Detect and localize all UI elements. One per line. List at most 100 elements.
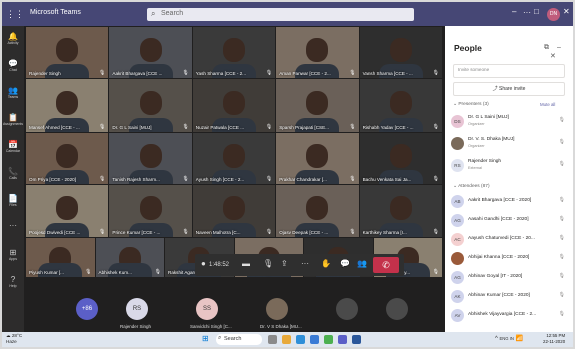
video-tile[interactable]: Abhishek Kum... 🎙 — [95, 238, 164, 277]
taskbar-search-label: Search — [224, 336, 242, 342]
store-icon[interactable] — [310, 335, 319, 344]
chrome-icon[interactable] — [324, 335, 333, 344]
video-tile[interactable]: Piyush Kumar [... 🎙 — [26, 238, 95, 277]
rail-item-chat[interactable]: 💬 Chat — [2, 59, 24, 73]
participant-chip[interactable]: SS — [196, 298, 218, 320]
weather-widget[interactable]: ☁ 28°C Haze — [6, 333, 22, 344]
word-icon[interactable] — [352, 335, 361, 344]
share-invite-button[interactable]: ⤴ Share invite — [453, 82, 565, 96]
start-icon[interactable]: ⊞ — [202, 334, 209, 343]
video-tile[interactable]: Prince Kumar [CCE - ... 🎙 — [109, 185, 192, 237]
person-name: Rajender Singh — [468, 159, 502, 164]
popout-icon[interactable]: ⧉ — [544, 44, 549, 51]
participant-head — [389, 90, 412, 115]
video-tile[interactable]: Rishabh Yadav [CCE - ... 🎙 — [359, 79, 442, 132]
participant-name: Aman Panwar [CCE - 2... — [279, 71, 331, 76]
more-actions-button[interactable]: ··· — [301, 259, 309, 269]
attendee-row[interactable]: Abhijai Khanna [CCE - 2020] 🎙 — [451, 251, 569, 269]
video-tile[interactable]: Dr. G L Saini [MUJ] 🎙 — [109, 79, 192, 132]
muted-mic-icon: 🎙 — [558, 139, 565, 145]
rail-item-help[interactable]: ? Help — [2, 275, 24, 289]
invite-input[interactable]: Invite someone — [453, 64, 565, 78]
participant-name: Sparsh Prajapati [CSE... — [279, 125, 329, 130]
presenters-header[interactable]: ⌄ Presenters (3) — [453, 102, 489, 107]
rail-item-calls[interactable]: 📞 Calls — [2, 167, 24, 181]
taskbar-search[interactable]: ⌕ Search — [216, 334, 262, 345]
help-icon: ? — [10, 275, 16, 284]
mic-button[interactable]: 🎙 — [263, 259, 273, 269]
participants-button[interactable]: 👥 — [357, 259, 367, 269]
video-tile[interactable]: Yash Sharma [CCE - 2... 🎙 — [192, 27, 276, 78]
person-name: Aasahi Gandhi [CCE - 2020] — [468, 217, 529, 222]
minimize-panel-icon[interactable]: – — [557, 44, 561, 51]
video-tile[interactable]: Poojesd Dwivedi [CCE ... 🎙 — [26, 185, 109, 237]
weather-desc: Haze — [6, 338, 17, 344]
video-tile[interactable]: Ojasv Deepak [CCE - ... 🎙 — [276, 185, 359, 237]
rail-item-assignments[interactable]: 📋 Assignments — [2, 113, 24, 127]
video-tile[interactable]: Rajender Singh 🎙 — [26, 27, 109, 78]
video-tile[interactable]: Karthikey Sharma [I... 🎙 — [359, 185, 442, 237]
video-tile[interactable]: Prakhar Chandrakar [... 🎙 — [276, 133, 359, 184]
attendee-row[interactable]: AK Abhinav Kumar [CCE - 2020] 🎙 — [451, 289, 569, 307]
participant-chip[interactable]: RS — [126, 298, 148, 320]
avatar: RS — [451, 159, 464, 172]
attendee-row[interactable]: AG Aasahi Gandhi [CCE - 2020] 🎙 — [451, 213, 569, 231]
mute-all-button[interactable]: Mute all — [540, 102, 555, 107]
rail-item-more[interactable]: ··· — [2, 221, 24, 230]
person-name: Abhishek Vijayvargia [CCE - 2... — [468, 312, 537, 317]
rail-item-files[interactable]: 📄 Files — [2, 194, 24, 208]
participant-chip[interactable] — [266, 298, 288, 320]
video-tile[interactable]: Bachu Venkata Sai Ja... 🎙 — [359, 133, 442, 184]
video-tile[interactable]: Mansef Ahmed [CCE - ... 🎙 — [26, 79, 109, 132]
system-tray[interactable]: ^ ENG IN 📶 — [495, 335, 523, 342]
app-launcher-icon[interactable]: ⋮⋮ — [6, 9, 24, 19]
presenter-row[interactable]: DS Dr. G L Saini [MUJ] Organizer 🎙 — [451, 114, 569, 132]
close-icon[interactable]: ✕ — [563, 7, 570, 16]
rail-item-activity[interactable]: 🔔 Activity — [2, 32, 24, 46]
raise-hand-button[interactable]: ✋ — [321, 259, 331, 269]
video-tile[interactable]: Nuzair Patwala [CCE ... 🎙 — [192, 79, 276, 132]
rail-label: Files — [9, 203, 17, 207]
participant-chip[interactable] — [386, 298, 408, 320]
maximize-icon[interactable]: □ — [534, 7, 539, 16]
video-tile[interactable]: Aakrit Bhargava [CCE ... 🎙 — [109, 27, 192, 78]
minimize-icon[interactable]: – — [512, 7, 516, 16]
more-options-icon[interactable]: ··· — [523, 8, 531, 17]
video-tile[interactable]: Tanish Rajesh Sharm... 🎙 — [109, 133, 192, 184]
search-input[interactable]: ⌕ Search — [147, 8, 414, 21]
rail-item-apps[interactable]: ⊞ Apps — [2, 248, 24, 262]
camera-button[interactable]: ▬ — [242, 259, 250, 269]
clock[interactable]: 12:55 PM 22-11-2020 — [543, 333, 565, 344]
more-participants-chip[interactable]: +86 — [76, 298, 98, 320]
video-tile[interactable]: Vansh Sharma [CCE - ... 🎙 — [359, 27, 442, 78]
rail-label: Assignments — [2, 122, 24, 126]
person-name: Abhijai Khanna [CCE - 2020] — [468, 255, 530, 260]
rail-item-teams[interactable]: 👥 Teams — [2, 86, 24, 100]
video-tile[interactable]: Sparsh Prajapati [CSE... 🎙 — [276, 79, 359, 132]
muted-mic-icon: 🎙 — [85, 269, 92, 275]
attendee-row[interactable]: AC Aayush Chaturvedi [CCE - 20... 🎙 — [451, 232, 569, 250]
participant-head — [222, 144, 245, 169]
chat-button[interactable]: 💬 — [340, 259, 350, 269]
attendee-row[interactable]: AB Aakrit Bhargava [CCE - 2020] 🎙 — [451, 194, 569, 212]
presenter-row[interactable]: Dr. V. S. Dhaka [MUJ] Organizer 🎙 — [451, 136, 569, 154]
file-explorer-icon[interactable] — [282, 335, 291, 344]
task-view-icon[interactable] — [268, 335, 277, 344]
edge-icon[interactable] — [296, 335, 305, 344]
leave-call-button[interactable]: ✆ — [373, 257, 399, 273]
close-panel-icon[interactable]: ✕ — [550, 53, 556, 60]
attendee-row[interactable]: AG Abhinav Goyal [IT - 2020] 🎙 — [451, 270, 569, 288]
video-tile[interactable]: Om Priya [CCE - 2020] 🎙 — [26, 133, 109, 184]
presenter-row[interactable]: RS Rajender Singh External 🎙 — [451, 158, 569, 176]
video-tile[interactable]: Ayush Singh [CCE - 2... 🎙 — [192, 133, 276, 184]
video-tile[interactable]: Aman Panwar [CCE - 2... 🎙 — [276, 27, 359, 78]
teams-taskbar-icon[interactable] — [338, 335, 347, 344]
share-screen-button[interactable]: ⇪ — [281, 259, 288, 269]
video-tile[interactable]: Naveen Malhotra [C... 🎙 — [192, 185, 276, 237]
user-avatar[interactable]: DN — [547, 8, 560, 21]
rail-item-calendar[interactable]: 📅 Calendar — [2, 140, 24, 154]
participant-chip[interactable] — [336, 298, 358, 320]
calendar-icon: 📅 — [8, 140, 18, 149]
attendees-header[interactable]: ⌄ Attendees (87) — [453, 184, 490, 189]
attendee-row[interactable]: AV Abhishek Vijayvargia [CCE - 2... 🎙 — [451, 308, 569, 326]
